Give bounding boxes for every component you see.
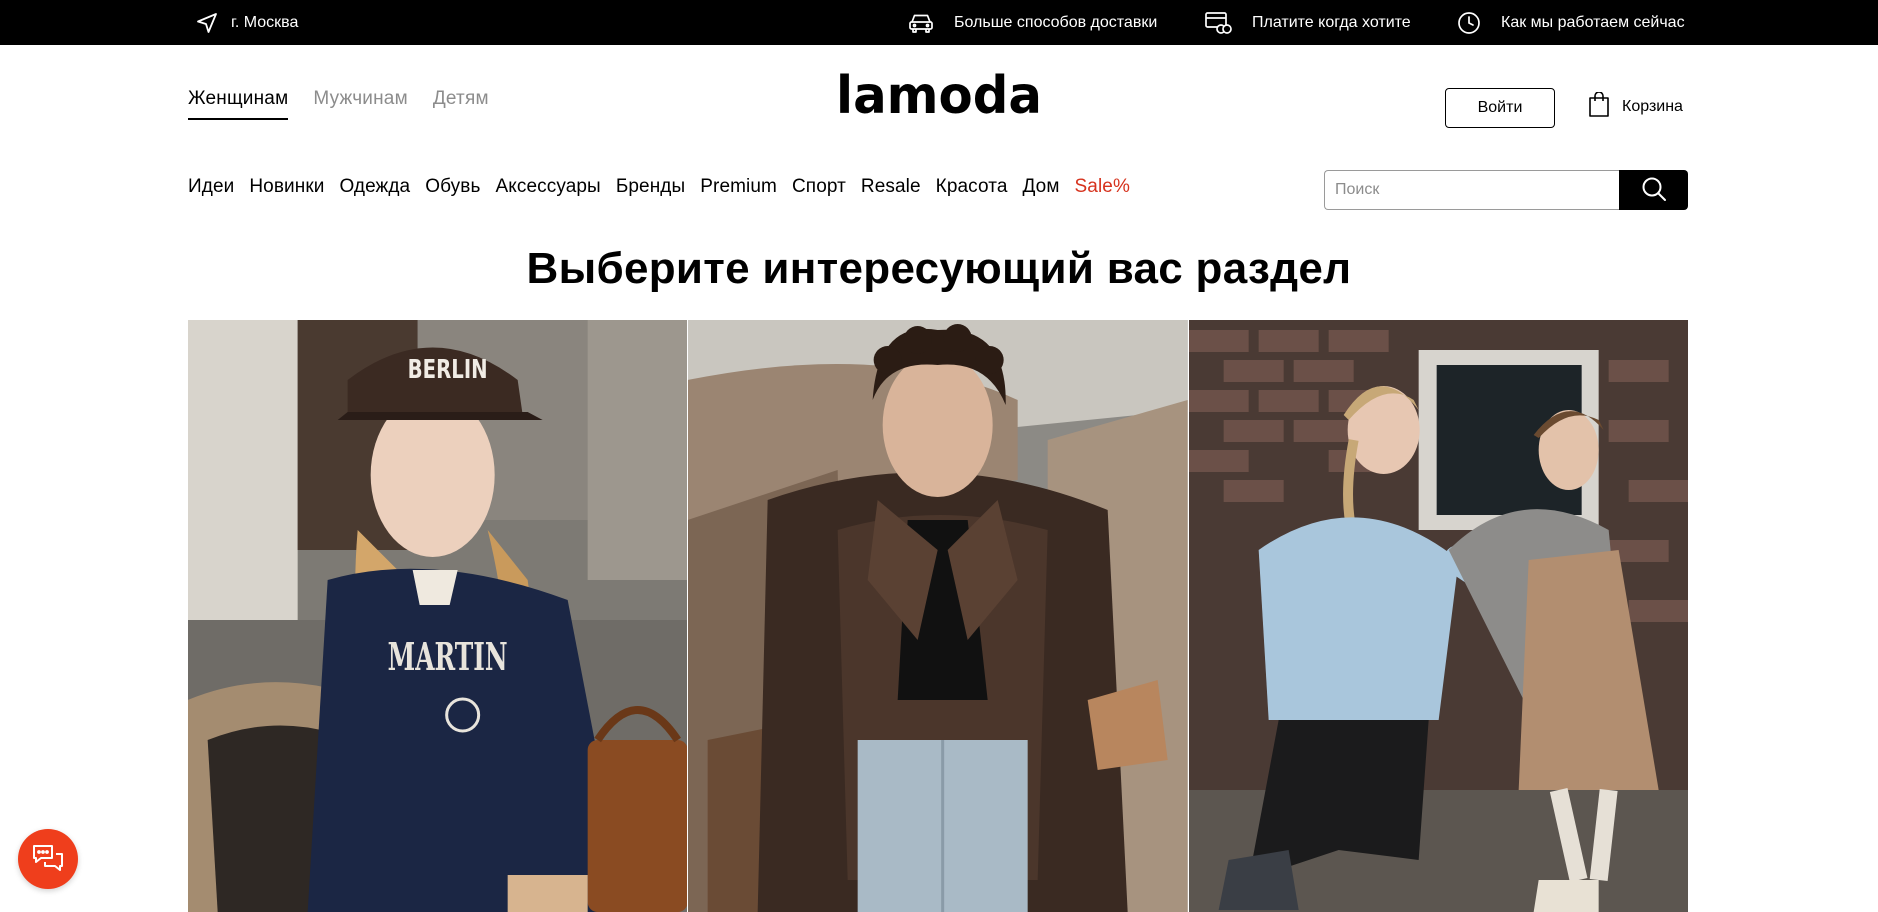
cart-label: Корзина bbox=[1622, 98, 1683, 115]
nav-item-new[interactable]: Новинки bbox=[249, 176, 324, 198]
nav-item-accessories[interactable]: Аксессуары bbox=[495, 176, 600, 198]
card-icon bbox=[1204, 11, 1232, 35]
tab-kids[interactable]: Детям bbox=[433, 88, 489, 120]
login-button[interactable]: Войти bbox=[1445, 88, 1555, 128]
nav-item-shoes[interactable]: Обувь bbox=[425, 176, 480, 198]
kids-section-image bbox=[1188, 320, 1688, 912]
women-section-image: BERLIN MARTIN bbox=[188, 320, 688, 912]
search-button[interactable] bbox=[1619, 170, 1688, 210]
lamoda-logo[interactable]: lamoda bbox=[836, 66, 1042, 128]
search-input[interactable] bbox=[1324, 170, 1620, 210]
delivery-methods-label: Больше способов доставки bbox=[954, 13, 1158, 31]
working-now-link[interactable]: Как мы работаем сейчас bbox=[1457, 0, 1685, 45]
logo-text: lamoda bbox=[836, 70, 1042, 126]
tab-men[interactable]: Мужчинам bbox=[313, 88, 408, 120]
shopping-bag-icon bbox=[1588, 90, 1610, 123]
chat-button[interactable] bbox=[18, 829, 78, 889]
cap-text: BERLIN bbox=[408, 355, 488, 385]
top-info-bar: г. Москва Больше способов доставки Плати… bbox=[0, 0, 1878, 45]
logo-graphic: lamoda bbox=[836, 66, 1042, 126]
clock-icon bbox=[1457, 11, 1481, 35]
delivery-methods-link[interactable]: Больше способов доставки bbox=[908, 0, 1157, 45]
page-title: Выберите интересующий вас раздел bbox=[526, 244, 1352, 293]
men-section-image bbox=[688, 320, 1188, 912]
section-card-women[interactable]: BERLIN MARTIN bbox=[188, 320, 688, 912]
nav-item-clothes[interactable]: Одежда bbox=[339, 176, 410, 198]
tab-women[interactable]: Женщинам bbox=[188, 88, 289, 120]
working-now-label: Как мы работаем сейчас bbox=[1501, 13, 1685, 31]
nav-item-home[interactable]: Дом bbox=[1023, 176, 1060, 198]
nav-item-resale[interactable]: Resale bbox=[861, 176, 921, 198]
cart-link[interactable]: Корзина bbox=[1588, 90, 1683, 123]
section-card-kids[interactable] bbox=[1188, 320, 1688, 912]
pay-later-link[interactable]: Платите когда хотите bbox=[1204, 0, 1411, 45]
sweater-text: MARTIN bbox=[388, 634, 508, 679]
chat-bubbles-icon bbox=[31, 842, 65, 877]
section-card-men[interactable] bbox=[688, 320, 1188, 912]
search-icon bbox=[1641, 176, 1667, 205]
car-icon bbox=[908, 12, 934, 34]
nav-item-brands[interactable]: Бренды bbox=[616, 176, 685, 198]
city-selector[interactable]: г. Москва bbox=[195, 0, 298, 45]
location-arrow-icon bbox=[195, 11, 219, 35]
gender-tabs: Женщинам Мужчинам Детям bbox=[188, 88, 489, 120]
nav-item-beauty[interactable]: Красота bbox=[936, 176, 1008, 198]
nav-item-ideas[interactable]: Идеи bbox=[188, 176, 234, 198]
nav-item-sport[interactable]: Спорт bbox=[792, 176, 846, 198]
section-cards: BERLIN MARTIN bbox=[188, 320, 1688, 912]
city-label: г. Москва bbox=[231, 13, 299, 31]
category-nav: Идеи Новинки Одежда Обувь Аксессуары Бре… bbox=[188, 176, 1130, 198]
nav-item-sale[interactable]: Sale% bbox=[1075, 176, 1130, 198]
nav-item-premium[interactable]: Premium bbox=[700, 176, 777, 198]
pay-later-label: Платите когда хотите bbox=[1252, 13, 1411, 31]
